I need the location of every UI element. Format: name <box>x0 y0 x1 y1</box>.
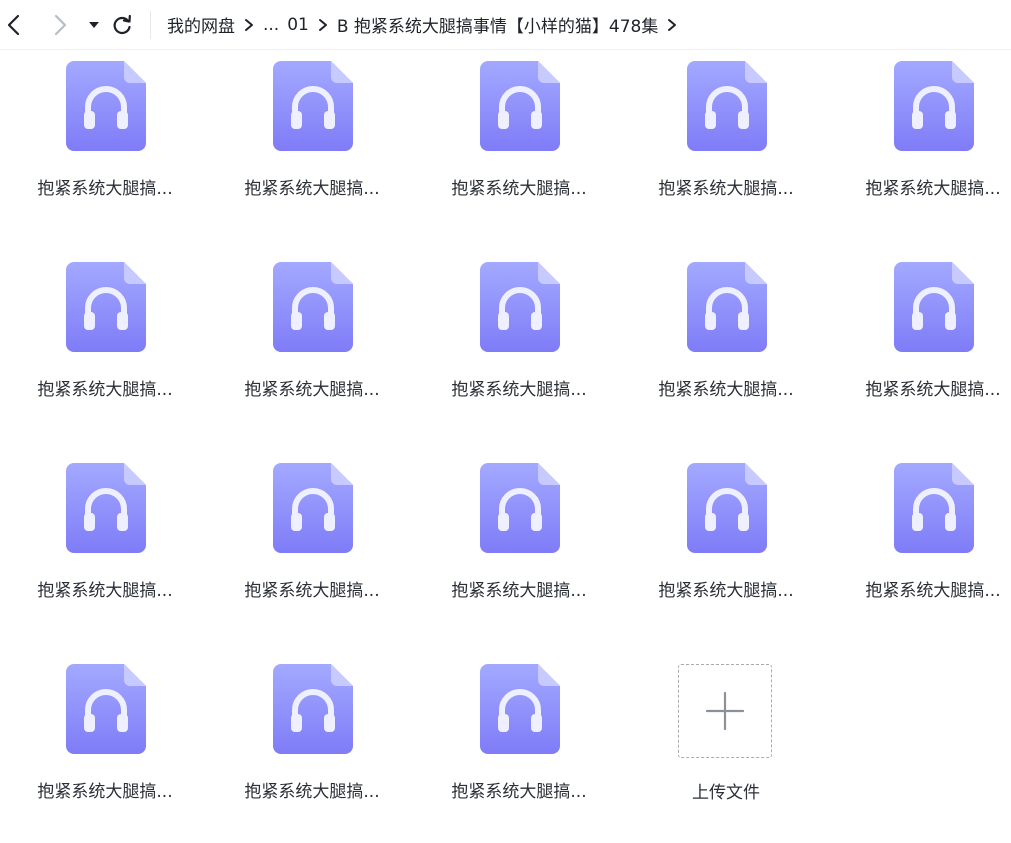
toolbar: 我的网盘 ... 01 B 抱紧系统大腿搞事情【小样的猫】478集 <box>0 0 1011 50</box>
audio-file-icon <box>687 262 767 352</box>
refresh-button[interactable] <box>108 11 136 39</box>
file-tile[interactable]: 抱紧系统大腿搞... <box>843 50 1011 240</box>
chevron-right-icon <box>239 18 259 32</box>
chevron-right-icon <box>54 14 67 35</box>
plus-icon <box>705 691 745 731</box>
file-tile[interactable]: 抱紧系统大腿搞... <box>222 50 402 240</box>
file-tile[interactable]: 抱紧系统大腿搞... <box>15 452 195 642</box>
upload-button[interactable] <box>678 664 772 758</box>
audio-file-icon <box>687 61 767 151</box>
back-button[interactable] <box>0 11 28 39</box>
file-name: 抱紧系统大腿搞... <box>37 179 173 199</box>
file-name: 抱紧系统大腿搞... <box>658 179 794 199</box>
audio-file-icon <box>273 61 353 151</box>
audio-file-icon <box>66 61 146 151</box>
audio-file-icon <box>894 463 974 553</box>
file-name: 抱紧系统大腿搞... <box>865 179 1001 199</box>
file-name: 抱紧系统大腿搞... <box>451 782 587 802</box>
audio-file-icon <box>894 262 974 352</box>
file-name: 抱紧系统大腿搞... <box>244 380 380 400</box>
file-name: 抱紧系统大腿搞... <box>658 380 794 400</box>
audio-file-icon <box>480 463 560 553</box>
audio-file-icon <box>273 463 353 553</box>
file-tile[interactable]: 抱紧系统大腿搞... <box>15 653 195 843</box>
audio-file-icon <box>894 61 974 151</box>
file-tile[interactable]: 抱紧系统大腿搞... <box>636 50 816 240</box>
chevron-left-icon <box>7 14 20 35</box>
file-name: 抱紧系统大腿搞... <box>451 380 587 400</box>
refresh-icon <box>113 14 131 34</box>
forward-button[interactable] <box>46 11 74 39</box>
audio-file-icon <box>273 664 353 754</box>
audio-file-icon <box>480 61 560 151</box>
file-name: 抱紧系统大腿搞... <box>451 179 587 199</box>
file-tile[interactable]: 抱紧系统大腿搞... <box>843 452 1011 642</box>
audio-file-icon <box>687 463 767 553</box>
file-tile[interactable]: 抱紧系统大腿搞... <box>222 653 402 843</box>
file-name: 抱紧系统大腿搞... <box>244 581 380 601</box>
history-dropdown-button[interactable] <box>86 11 102 39</box>
chevron-right-icon[interactable] <box>662 18 682 32</box>
upload-label: 上传文件 <box>692 783 760 803</box>
audio-file-icon <box>66 262 146 352</box>
file-tile[interactable]: 抱紧系统大腿搞... <box>222 452 402 642</box>
file-tile[interactable]: 抱紧系统大腿搞... <box>15 251 195 441</box>
audio-file-icon <box>66 664 146 754</box>
audio-file-icon <box>273 262 353 352</box>
file-tile[interactable]: 抱紧系统大腿搞... <box>636 251 816 441</box>
breadcrumb-current-folder[interactable]: B 抱紧系统大腿搞事情【小样的猫】478集 <box>337 12 659 37</box>
file-tile[interactable]: 抱紧系统大腿搞... <box>429 251 609 441</box>
file-name: 抱紧系统大腿搞... <box>865 380 1001 400</box>
file-tile[interactable]: 抱紧系统大腿搞... <box>429 452 609 642</box>
audio-file-icon <box>66 463 146 553</box>
file-tile[interactable]: 抱紧系统大腿搞... <box>429 653 609 843</box>
audio-file-icon <box>480 262 560 352</box>
file-name: 抱紧系统大腿搞... <box>451 581 587 601</box>
file-tile[interactable]: 抱紧系统大腿搞... <box>843 251 1011 441</box>
file-tile[interactable]: 抱紧系统大腿搞... <box>429 50 609 240</box>
file-name: 抱紧系统大腿搞... <box>244 782 380 802</box>
file-name: 抱紧系统大腿搞... <box>658 581 794 601</box>
toolbar-divider <box>150 10 151 39</box>
file-name: 抱紧系统大腿搞... <box>244 179 380 199</box>
caret-down-icon <box>89 21 99 28</box>
breadcrumb-ellipsis[interactable]: ... <box>263 15 279 35</box>
breadcrumb-root[interactable]: 我的网盘 <box>167 12 235 37</box>
chevron-right-icon <box>313 18 333 32</box>
file-tile[interactable]: 抱紧系统大腿搞... <box>636 452 816 642</box>
file-name: 抱紧系统大腿搞... <box>37 380 173 400</box>
breadcrumb: 我的网盘 ... 01 B 抱紧系统大腿搞事情【小样的猫】478集 <box>167 12 686 37</box>
audio-file-icon <box>480 664 560 754</box>
file-name: 抱紧系统大腿搞... <box>37 782 173 802</box>
file-tile[interactable]: 抱紧系统大腿搞... <box>222 251 402 441</box>
file-name: 抱紧系统大腿搞... <box>865 581 1001 601</box>
breadcrumb-folder-01[interactable]: 01 <box>287 15 309 35</box>
file-name: 抱紧系统大腿搞... <box>37 581 173 601</box>
file-tile[interactable]: 抱紧系统大腿搞... <box>15 50 195 240</box>
